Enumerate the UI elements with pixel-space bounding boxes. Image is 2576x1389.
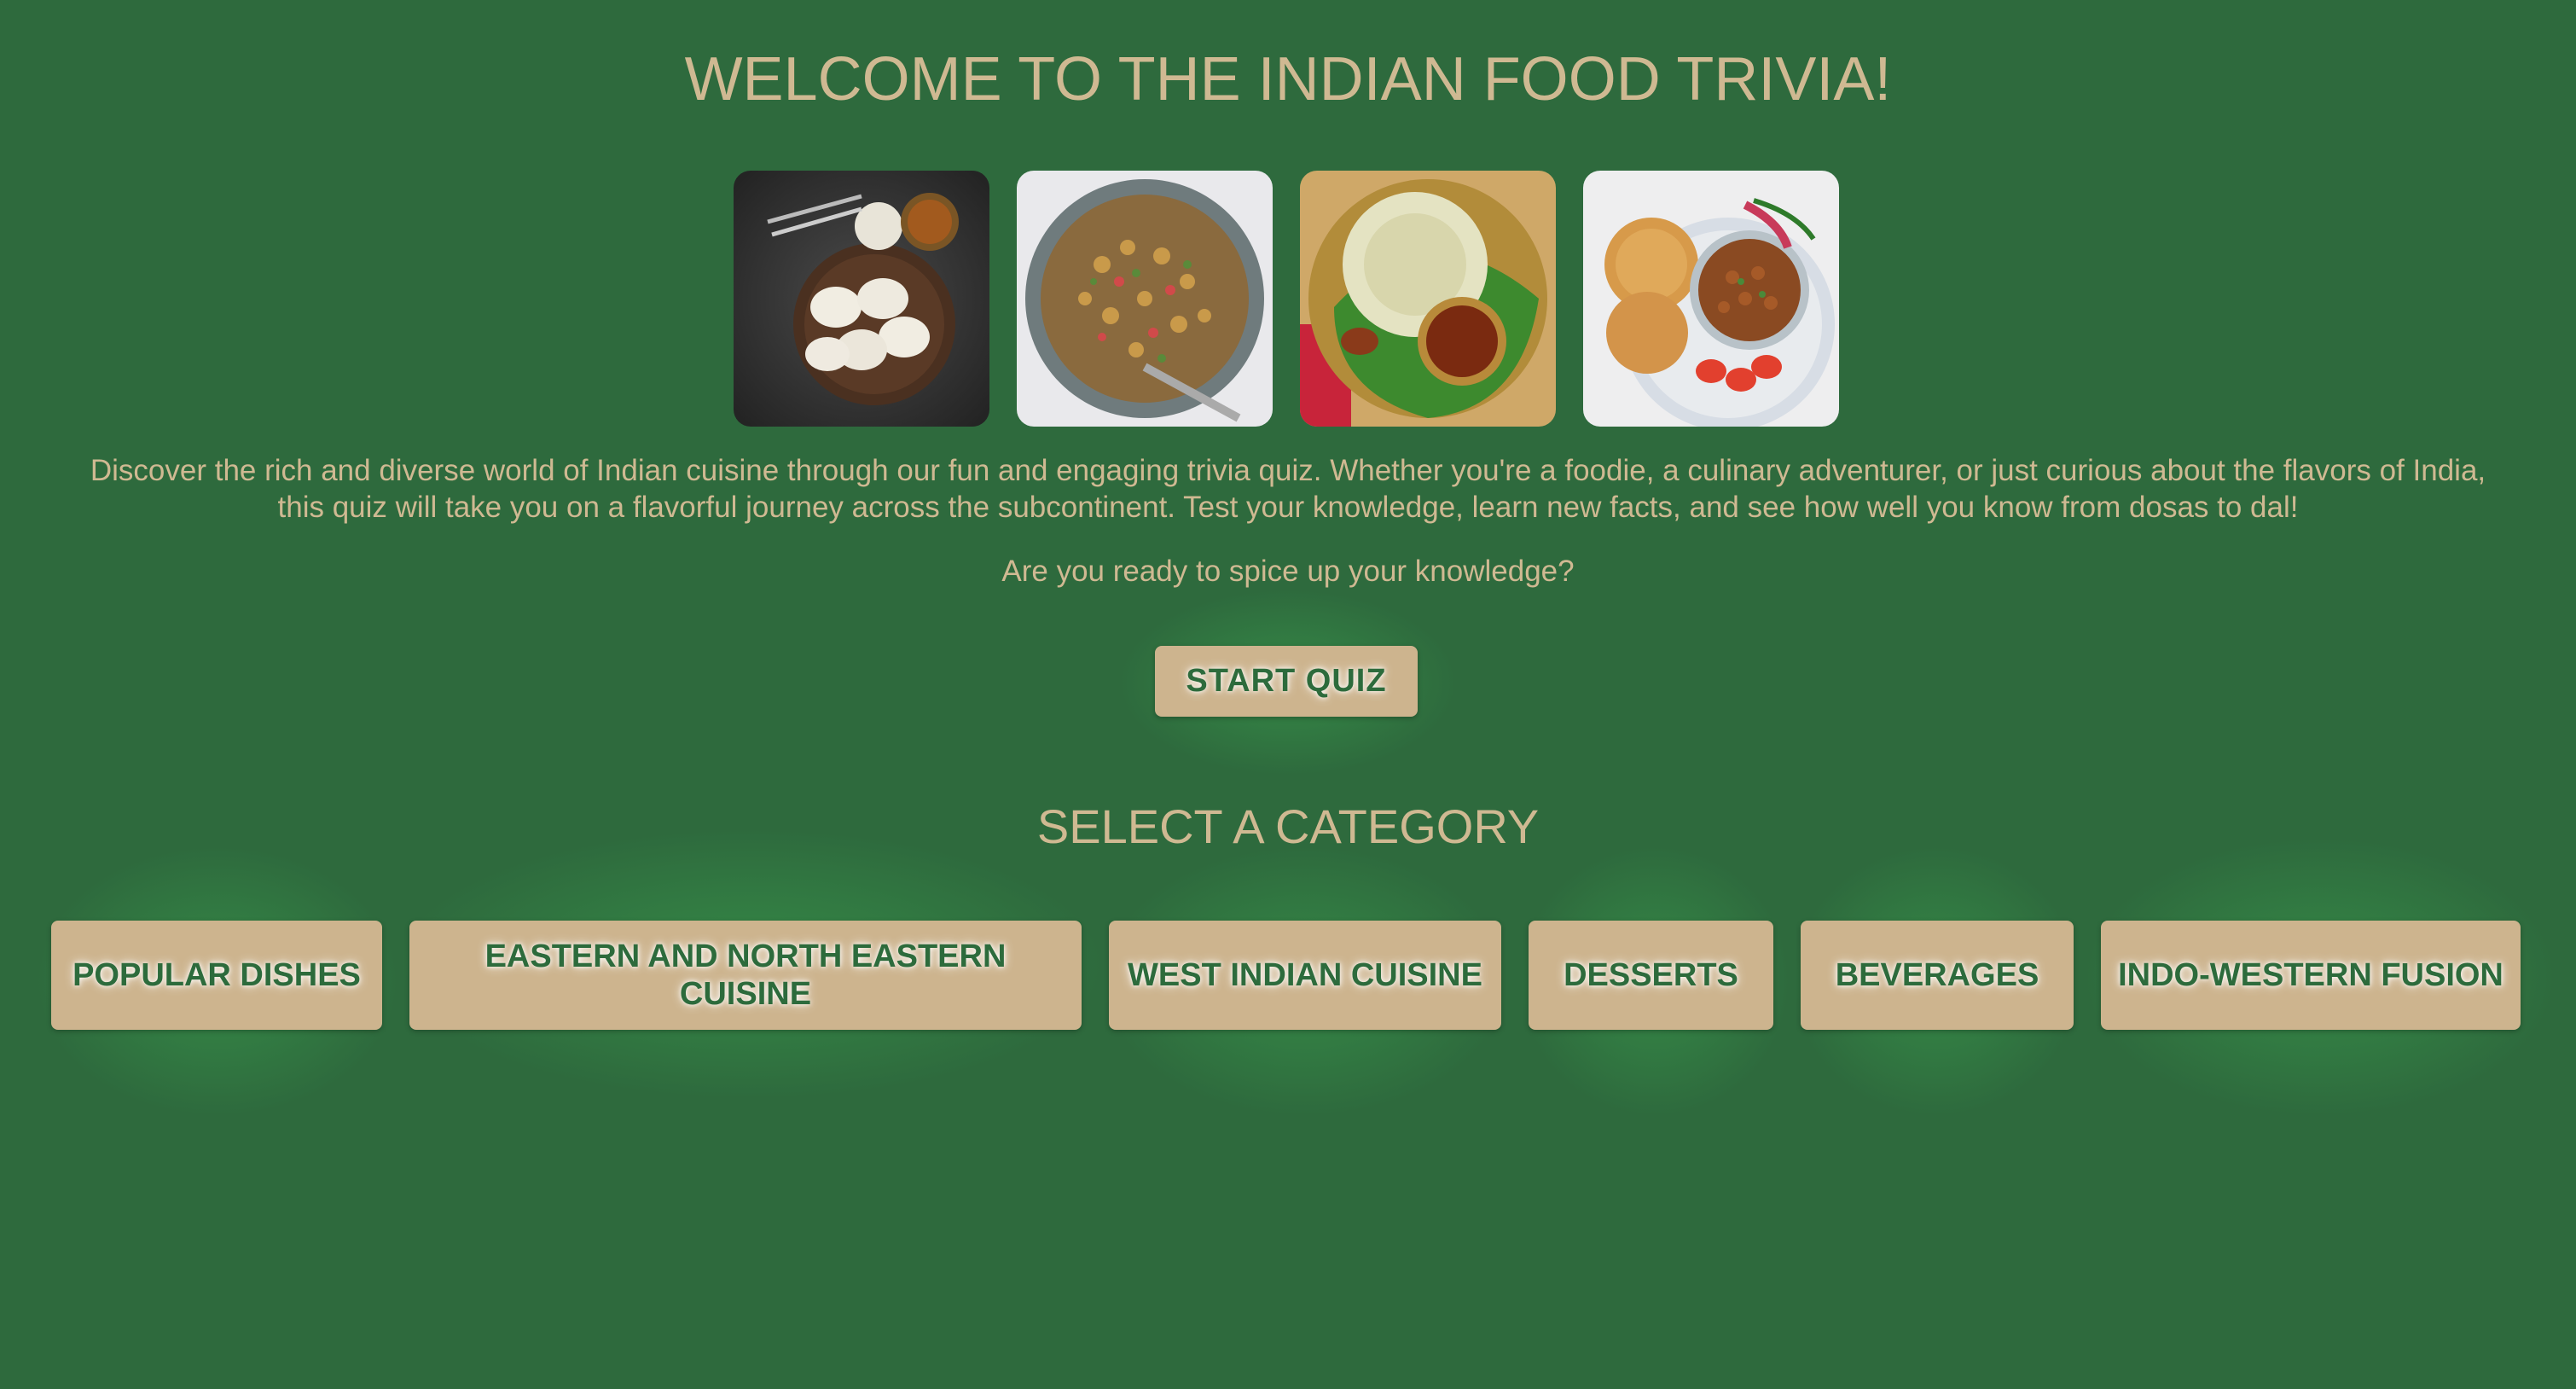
intro-text: Discover the rich and diverse world of I…	[90, 454, 2486, 524]
food-gallery	[734, 171, 1842, 427]
idli-image	[734, 171, 989, 427]
page: WELCOME TO THE INDIAN FOOD TRIVIA! Disco…	[0, 0, 2576, 1389]
category-beverages-button[interactable]: BEVERAGES	[1801, 921, 2074, 1030]
category-indo-western-button[interactable]: INDO-WESTERN FUSION	[2101, 921, 2521, 1030]
appam-image	[1300, 171, 1556, 427]
chole-bhature-image	[1583, 171, 1839, 427]
start-quiz-button[interactable]: START QUIZ	[1155, 646, 1418, 717]
chana-chaat-image	[1017, 171, 1273, 427]
category-eastern-northeastern-button[interactable]: EASTERN AND NORTH EASTERN CUISINE	[409, 921, 1082, 1030]
page-title: WELCOME TO THE INDIAN FOOD TRIVIA!	[684, 45, 1892, 113]
start-quiz-wrapper: START QUIZ	[1155, 646, 1418, 717]
category-desserts-button[interactable]: DESSERTS	[1529, 921, 1773, 1030]
category-heading: SELECT A CATEGORY	[1036, 799, 1540, 853]
category-list: POPULAR DISHES EASTERN AND NORTH EASTERN…	[51, 921, 2525, 1030]
ready-question: Are you ready to spice up your knowledge…	[1001, 555, 1575, 588]
category-popular-dishes-button[interactable]: POPULAR DISHES	[51, 921, 382, 1030]
category-west-indian-button[interactable]: WEST INDIAN CUISINE	[1109, 921, 1501, 1030]
